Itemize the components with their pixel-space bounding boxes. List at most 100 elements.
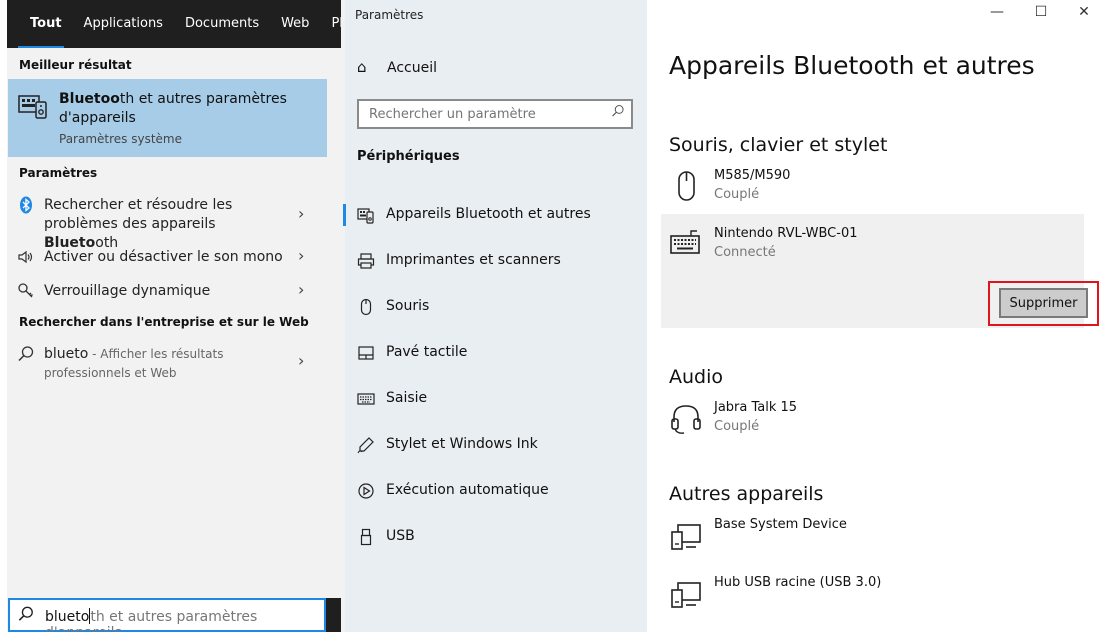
best-result-title: Bluetooth et autres paramètres d'apparei… xyxy=(59,90,309,128)
device-name: Base System Device xyxy=(714,517,847,532)
nav-item-pen[interactable]: Stylet et Windows Ink xyxy=(341,432,647,462)
search-tabs: Tout Applications Documents Web Plus▼ xyxy=(7,0,368,48)
nav-item-label: Pavé tactile xyxy=(386,344,468,360)
web-results-heading: Rechercher dans l'entreprise et sur le W… xyxy=(19,315,309,329)
device-base-system[interactable]: Base System Device xyxy=(669,517,1079,557)
device-nintendo[interactable]: Nintendo RVL-WBC-01 Connecté xyxy=(669,226,1079,266)
device-m585[interactable]: M585/M590 Couplé xyxy=(669,168,1079,208)
device-nintendo-selected[interactable]: Nintendo RVL-WBC-01 Connecté Supprimer xyxy=(661,214,1099,328)
tab-active-indicator xyxy=(18,46,64,48)
tab-documents[interactable]: Documents xyxy=(174,0,270,48)
home-icon: ⌂ xyxy=(357,58,367,76)
selected-indicator xyxy=(343,204,346,226)
bluetooth-devices-icon xyxy=(18,95,47,119)
best-result-subtitle: Paramètres système xyxy=(59,132,182,146)
group-title-input-devices: Souris, clavier et stylet xyxy=(669,134,888,156)
result-mono-audio[interactable]: Activer ou désactiver le son mono › xyxy=(8,246,341,270)
result-text: Verrouillage dynamique xyxy=(44,283,211,299)
mouse-icon xyxy=(360,298,372,316)
search-panel: Tout Applications Documents Web Plus▼ Me… xyxy=(0,0,368,632)
keyboard-icon xyxy=(357,393,375,405)
nav-item-label: Appareils Bluetooth et autres xyxy=(386,206,591,222)
desktop-edge xyxy=(0,0,7,632)
device-status: Couplé xyxy=(714,187,760,202)
nav-item-label: Saisie xyxy=(386,390,428,406)
settings-sidebar: Paramètres ⌂ Accueil Périphériques Appare… xyxy=(341,0,647,632)
nav-item-label: Souris xyxy=(386,298,430,314)
minimize-button[interactable]: — xyxy=(974,4,1020,20)
settings-results-heading: Paramètres xyxy=(19,166,98,180)
close-button[interactable]: ✕ xyxy=(1061,4,1100,20)
tab-all[interactable]: Tout xyxy=(7,0,73,48)
bluetooth-icon xyxy=(20,196,32,214)
device-name: Hub USB racine (USB 3.0) xyxy=(714,575,882,590)
pen-icon xyxy=(357,437,374,454)
chevron-right-icon[interactable]: › xyxy=(298,351,304,370)
device-name: M585/M590 xyxy=(714,168,791,183)
result-troubleshoot-bluetooth[interactable]: Rechercher et résoudre les problèmes des… xyxy=(8,196,341,251)
device-name: Nintendo RVL-WBC-01 xyxy=(714,226,858,241)
chevron-right-icon[interactable]: › xyxy=(298,280,304,299)
settings-search-field[interactable] xyxy=(357,99,633,129)
result-dynamic-lock[interactable]: Verrouillage dynamique › xyxy=(8,280,341,304)
settings-search-input[interactable] xyxy=(359,101,589,127)
chevron-right-icon[interactable]: › xyxy=(298,246,304,265)
generic-device-icon xyxy=(671,524,701,550)
speaker-icon xyxy=(18,250,33,264)
nav-home-label: Accueil xyxy=(387,60,437,76)
keyboard-icon xyxy=(670,230,700,254)
nav-item-label: Exécution automatique xyxy=(386,482,549,498)
maximize-button[interactable]: ☐ xyxy=(1018,4,1064,20)
nav-home[interactable]: ⌂ Accueil xyxy=(357,58,437,80)
key-icon xyxy=(18,283,33,298)
bluetooth-devices-icon xyxy=(357,208,374,224)
nav-item-touchpad[interactable]: Pavé tactile xyxy=(341,340,647,370)
nav-item-printers[interactable]: Imprimantes et scanners xyxy=(341,248,647,278)
tab-label: Tout xyxy=(30,16,62,31)
tab-web[interactable]: Web xyxy=(270,0,320,48)
usb-icon xyxy=(360,528,372,546)
window-title: Paramètres xyxy=(355,8,424,22)
tab-label: Web xyxy=(281,16,310,31)
search-icon[interactable] xyxy=(611,104,625,118)
best-result-heading: Meilleur résultat xyxy=(19,58,132,72)
device-jabra[interactable]: Jabra Talk 15 Couplé xyxy=(669,400,1079,440)
device-status: Couplé xyxy=(714,419,760,434)
touchpad-icon xyxy=(358,346,374,360)
autoplay-icon xyxy=(358,483,374,499)
search-typed-text: blueto xyxy=(45,609,90,625)
result-web-search[interactable]: blueto - Afficher les résultats professi… xyxy=(8,345,341,385)
device-name: Jabra Talk 15 xyxy=(714,400,798,415)
nav-section-heading: Périphériques xyxy=(357,149,460,164)
nav-item-typing[interactable]: Saisie xyxy=(341,386,647,416)
nav-item-label: USB xyxy=(386,528,415,544)
nav-item-usb[interactable]: USB xyxy=(341,524,647,554)
tab-applications[interactable]: Applications xyxy=(73,0,174,48)
best-result-title-match: Bluetoo xyxy=(59,91,120,107)
result-text: Activer ou désactiver le son mono xyxy=(44,249,283,265)
nav-item-autoplay[interactable]: Exécution automatique xyxy=(341,478,647,508)
device-usb-hub[interactable]: Hub USB racine (USB 3.0) xyxy=(669,575,1079,615)
result-text: Rechercher et résoudre les problèmes des… xyxy=(44,197,233,232)
nav-item-mouse[interactable]: Souris xyxy=(341,294,647,324)
main-content: — ☐ ✕ Appareils Bluetooth et autres Sour… xyxy=(647,0,1100,632)
chevron-right-icon[interactable]: › xyxy=(298,204,304,223)
nav-item-label: Imprimantes et scanners xyxy=(386,252,561,268)
taskbar-search-box[interactable]: bluetoth et autres paramètres d'appareil… xyxy=(8,598,326,632)
generic-device-icon xyxy=(671,582,701,608)
group-title-audio: Audio xyxy=(669,366,724,388)
annotation-highlight-box xyxy=(988,281,1099,326)
group-title-other-devices: Autres appareils xyxy=(669,483,824,505)
nav-item-label: Stylet et Windows Ink xyxy=(386,436,538,452)
tab-label: Applications xyxy=(83,16,163,31)
best-result-item[interactable]: Bluetooth et autres paramètres d'apparei… xyxy=(8,79,327,157)
web-query: blueto xyxy=(44,346,89,362)
device-status: Connecté xyxy=(714,245,776,260)
printer-icon xyxy=(357,253,375,269)
taskbar-strip xyxy=(326,598,341,632)
nav-item-bluetooth[interactable]: Appareils Bluetooth et autres xyxy=(341,202,647,232)
mouse-icon xyxy=(678,171,695,201)
tab-label: Documents xyxy=(184,16,260,31)
search-icon xyxy=(18,346,34,362)
headset-icon xyxy=(671,405,701,434)
